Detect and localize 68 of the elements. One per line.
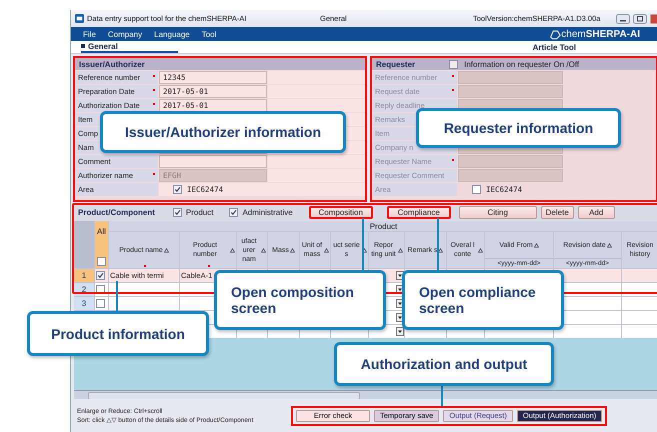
toolbar-button[interactable]: Delete [540, 206, 574, 219]
input-field[interactable] [458, 169, 563, 182]
sort-icon[interactable] [534, 242, 539, 248]
table-cell [554, 325, 621, 338]
checkbox[interactable] [472, 185, 481, 194]
sort-icon[interactable] [478, 248, 483, 252]
checkbox-label: Administrative [242, 208, 293, 217]
sort-icon[interactable] [606, 242, 612, 248]
checkbox[interactable] [449, 60, 458, 68]
callout-tooltip: Open composition screen [214, 270, 386, 330]
callout-tooltip: Authorization and output [334, 342, 554, 386]
callout-tooltip: Issuer/Authorizer information [100, 111, 346, 153]
sort-icon[interactable] [362, 248, 367, 252]
sort-icon[interactable] [261, 248, 266, 252]
menu-item[interactable]: File [83, 30, 96, 38]
toolbar-button[interactable]: Citing [458, 206, 537, 219]
input-field[interactable] [159, 155, 267, 168]
leader-line [441, 386, 443, 406]
app-icon [75, 14, 84, 23]
sort-icon[interactable] [324, 248, 329, 252]
row-checkbox[interactable] [96, 299, 105, 308]
sort-icon[interactable] [438, 248, 444, 252]
dropdown-icon[interactable] [396, 271, 404, 280]
close-icon[interactable] [650, 14, 657, 24]
toolbar-button[interactable]: Composition [308, 206, 373, 219]
toolbar-button[interactable]: Compliance [386, 206, 451, 219]
toolbar-button[interactable]: Add [578, 206, 615, 219]
input-field[interactable] [458, 155, 563, 168]
header-text: All [97, 227, 106, 236]
checkbox-label: Information on requester On /Off [464, 60, 580, 68]
sort-icon[interactable] [398, 248, 403, 252]
row-checkbox[interactable] [96, 271, 105, 280]
checkbox[interactable] [229, 208, 238, 217]
logo-text: chemSHERPA-AI [561, 28, 640, 40]
menu-item[interactable]: Tool [202, 30, 216, 38]
checkbox-label: Product [186, 208, 214, 217]
panel-title: Product/Component [78, 208, 155, 217]
maximize-icon[interactable] [633, 14, 647, 24]
checkbox[interactable] [173, 185, 182, 194]
callout-tooltip: Product information [27, 311, 209, 356]
table-cell [622, 311, 657, 324]
row-number[interactable]: 1 [74, 269, 94, 282]
general-tab[interactable]: General [81, 41, 178, 53]
table-cell [622, 269, 657, 282]
callout-tooltip: Requester information [416, 108, 621, 148]
table-cell [622, 297, 657, 310]
callout-tooltip: Open compliance screen [402, 270, 564, 330]
menu-item[interactable]: Company [108, 30, 142, 38]
leader-line [437, 218, 439, 270]
input-field[interactable] [458, 85, 563, 98]
dropdown-icon[interactable] [396, 327, 404, 336]
tool-subtitle: Article Tool [532, 42, 576, 52]
leader-line [116, 281, 118, 311]
menu-item[interactable]: Language [154, 30, 190, 38]
sort-icon[interactable] [164, 248, 169, 252]
horizontal-scrollbar[interactable] [74, 390, 657, 399]
minimize-icon[interactable] [616, 14, 630, 24]
select-all-checkbox[interactable] [97, 257, 106, 266]
input-field[interactable] [458, 71, 563, 84]
sort-icon[interactable] [230, 248, 235, 252]
table-cell [622, 325, 657, 338]
checkbox[interactable] [172, 208, 182, 217]
group-header: Product [109, 221, 657, 231]
sort-icon[interactable] [290, 248, 295, 252]
row-number[interactable]: 3 [74, 297, 94, 310]
leader-line [362, 218, 364, 270]
panel-title: Requester [376, 60, 416, 68]
panel-title: Issuer/Authorizer [79, 60, 145, 68]
